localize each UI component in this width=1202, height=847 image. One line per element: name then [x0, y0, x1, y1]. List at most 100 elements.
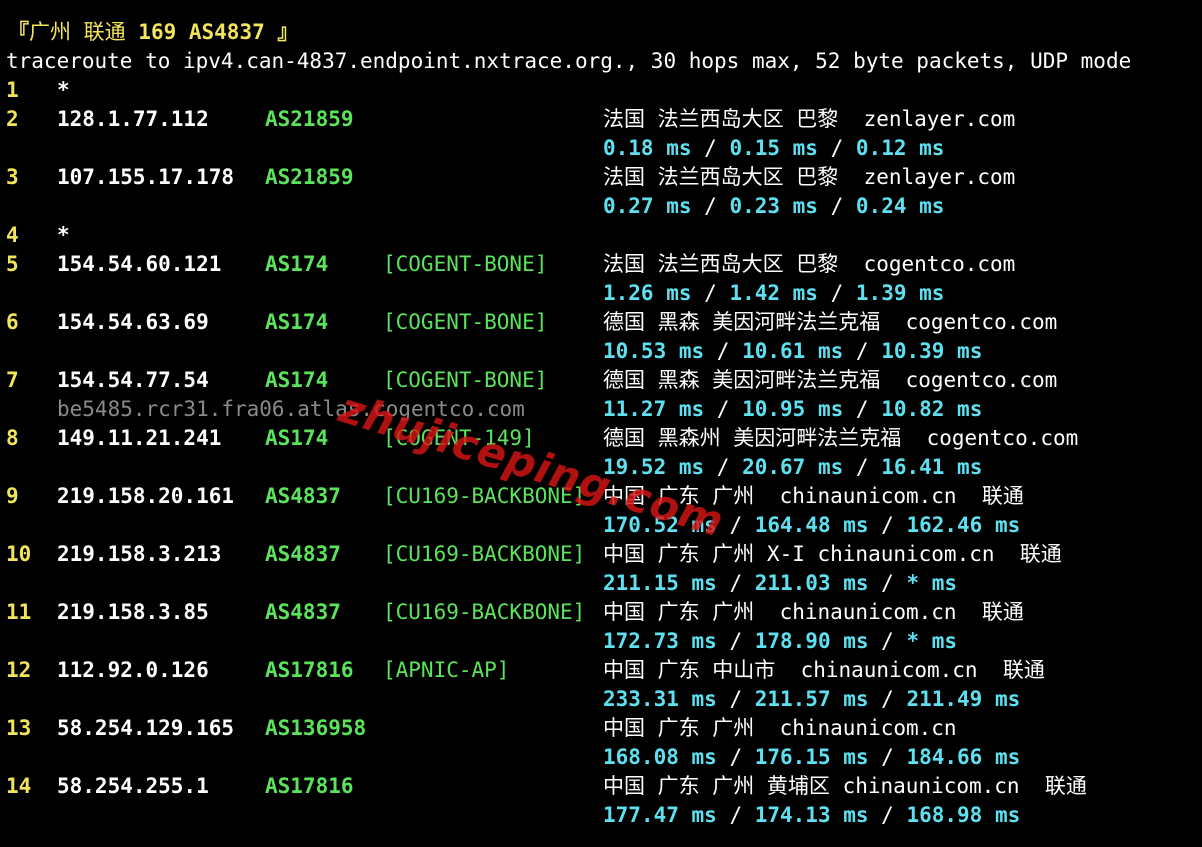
hop-rtt: 1.26 ms / 1.42 ms / 1.39 ms [603, 279, 944, 308]
hop-detail-row: be5485.rcr31.fra06.atlas.cogentco.com 11.… [0, 395, 1202, 424]
hop-rtt: 177.47 ms / 174.13 ms / 168.98 ms [603, 801, 1020, 830]
hop-detail-row: 170.52 ms / 164.48 ms / 162.46 ms [0, 511, 1202, 540]
rtt-value: 168.08 ms [603, 745, 717, 769]
hop-ip: 154.54.77.54 [57, 368, 209, 392]
rtt-separator: / [691, 194, 730, 218]
hop-rtt: 11.27 ms / 10.95 ms / 10.82 ms [603, 395, 982, 424]
hop-rtt: 19.52 ms / 20.67 ms / 16.41 ms [603, 453, 982, 482]
hop-rtt: 211.15 ms / 211.03 ms / * ms [603, 569, 957, 598]
header-open-bracket: 『 [8, 20, 29, 44]
rtt-value: * ms [906, 629, 958, 653]
hop-number: 2 [6, 107, 19, 131]
rtt-separator: / [817, 194, 856, 218]
hop-detail-row: 0.27 ms / 0.23 ms / 0.24 ms [0, 192, 1202, 221]
hop-rtt: 172.73 ms / 178.90 ms / * ms [603, 627, 957, 656]
rtt-separator: / [843, 455, 882, 479]
hop-ip: 154.54.63.69 [57, 310, 209, 334]
rtt-value: 211.57 ms [754, 687, 869, 711]
hop-geo: 中国 广东 广州 chinaunicom.cn 联通 [603, 484, 1024, 508]
hop-asn: AS136958 [265, 716, 367, 740]
rtt-value: * ms [906, 571, 958, 595]
hop-network-tag: [COGENT-149] [383, 426, 535, 450]
rtt-value: 10.39 ms [881, 339, 983, 363]
hop-asn: AS4837 [265, 600, 341, 624]
header-close-bracket: 』 [277, 20, 299, 44]
rtt-value: 1.39 ms [855, 281, 945, 305]
hop-number: 11 [6, 600, 32, 624]
rtt-value: 211.49 ms [906, 687, 1021, 711]
hop-detail-row: 172.73 ms / 178.90 ms / * ms [0, 627, 1202, 656]
hop-ip: 149.11.21.241 [57, 426, 222, 450]
rtt-value: 11.27 ms [603, 397, 705, 421]
hop-detail-row: 1.26 ms / 1.42 ms / 1.39 ms [0, 279, 1202, 308]
hop-geo: 德国 黑森 美因河畔法兰克福 cogentco.com [603, 368, 1058, 392]
hop-row: 10 219.158.3.213 AS4837 [CU169-BACKBONE] 中国 … [0, 540, 1202, 569]
rtt-value: 0.12 ms [855, 136, 945, 160]
hop-row: 14 58.254.255.1 AS17816 中国 广东 广州 黄埔区 chinau… [0, 772, 1202, 801]
hop-rtt: 170.52 ms / 164.48 ms / 162.46 ms [603, 511, 1020, 540]
hop-geo: 中国 广东 广州 X-I chinaunicom.cn 联通 [603, 542, 1062, 566]
hop-row: 8 149.11.21.241 AS174 [COGENT-149] 德国 黑森州 美因… [0, 424, 1202, 453]
header-city: 广州 联通 [29, 20, 126, 44]
rtt-separator: / [691, 136, 730, 160]
hop-detail-row: 168.08 ms / 176.15 ms / 184.66 ms [0, 743, 1202, 772]
rtt-value: 170.52 ms [603, 513, 717, 537]
hop-detail-row: 233.31 ms / 211.57 ms / 211.49 ms [0, 685, 1202, 714]
hop-number: 7 [6, 368, 19, 392]
hop-geo: 法国 法兰西岛大区 巴黎 zenlayer.com [603, 107, 1016, 131]
trace-header: 『广州 联通 169 AS4837 』 [8, 18, 298, 47]
hop-ip: 154.54.60.121 [57, 252, 222, 276]
hop-row: 11 219.158.3.85 AS4837 [CU169-BACKBONE] 中国 广… [0, 598, 1202, 627]
hop-number: 4 [6, 223, 19, 247]
rtt-value: 10.61 ms [742, 339, 844, 363]
rtt-value: 0.24 ms [855, 194, 945, 218]
hop-number: 8 [6, 426, 19, 450]
hop-ip: 107.155.17.178 [57, 165, 235, 189]
hop-asn: AS4837 [265, 484, 341, 508]
hop-network-tag: [COGENT-BONE] [383, 252, 548, 276]
hop-number: 10 [6, 542, 32, 566]
hop-row: 13 58.254.129.165 AS136958 中国 广东 广州 chinaun… [0, 714, 1202, 743]
hop-network-tag: [CU169-BACKBONE] [383, 542, 586, 566]
rtt-value: 16.41 ms [881, 455, 983, 479]
hop-rtt: 0.18 ms / 0.15 ms / 0.12 ms [603, 134, 944, 163]
hop-number: 14 [6, 774, 32, 798]
hop-row: 12 112.92.0.126 AS17816 [APNIC-AP] 中国 广东 中山市… [0, 656, 1202, 685]
hop-ip: 219.158.3.85 [57, 600, 209, 624]
rtt-value: 0.15 ms [729, 136, 818, 160]
hop-number: 5 [6, 252, 19, 276]
rtt-value: 176.15 ms [754, 745, 869, 769]
rtt-value: 0.23 ms [729, 194, 818, 218]
rtt-value: 162.46 ms [906, 513, 1021, 537]
hop-rtt: 168.08 ms / 176.15 ms / 184.66 ms [603, 743, 1020, 772]
hop-row: 4 * [0, 221, 1202, 250]
hop-network-tag: [COGENT-BONE] [383, 310, 548, 334]
hop-detail-row: 177.47 ms / 174.13 ms / 168.98 ms [0, 801, 1202, 830]
rtt-separator: / [691, 281, 730, 305]
rtt-separator: / [868, 687, 907, 711]
rtt-value: 233.31 ms [603, 687, 717, 711]
hop-geo: 德国 黑森 美因河畔法兰克福 cogentco.com [603, 310, 1058, 334]
rtt-separator: / [716, 687, 755, 711]
rtt-value: 10.53 ms [603, 339, 705, 363]
hop-geo: 中国 广东 广州 chinaunicom.cn 联通 [603, 600, 1024, 624]
hop-asn: AS174 [265, 426, 329, 450]
hop-number: 12 [6, 658, 32, 682]
hop-ip: 112.92.0.126 [57, 658, 209, 682]
hop-row: 9 219.158.20.161 AS4837 [CU169-BACKBONE] 中国 … [0, 482, 1202, 511]
hop-row: 7 154.54.77.54 AS174 [COGENT-BONE] 德国 黑森 美因河… [0, 366, 1202, 395]
rtt-separator: / [843, 397, 882, 421]
rtt-value: 10.82 ms [881, 397, 983, 421]
rtt-separator: / [868, 571, 907, 595]
rtt-separator: / [716, 513, 755, 537]
hop-row: 5 154.54.60.121 AS174 [COGENT-BONE] 法国 法兰西岛大… [0, 250, 1202, 279]
hop-number: 9 [6, 484, 19, 508]
rtt-value: 164.48 ms [754, 513, 869, 537]
rtt-separator: / [843, 339, 882, 363]
hop-asn: AS174 [265, 310, 329, 334]
rtt-value: 211.15 ms [603, 571, 717, 595]
hop-network-tag: [CU169-BACKBONE] [383, 600, 586, 624]
rtt-separator: / [704, 397, 743, 421]
hop-row: 2 128.1.77.112 AS21859 法国 法兰西岛大区 巴黎 zenlaye… [0, 105, 1202, 134]
hop-asn: AS17816 [265, 658, 354, 682]
